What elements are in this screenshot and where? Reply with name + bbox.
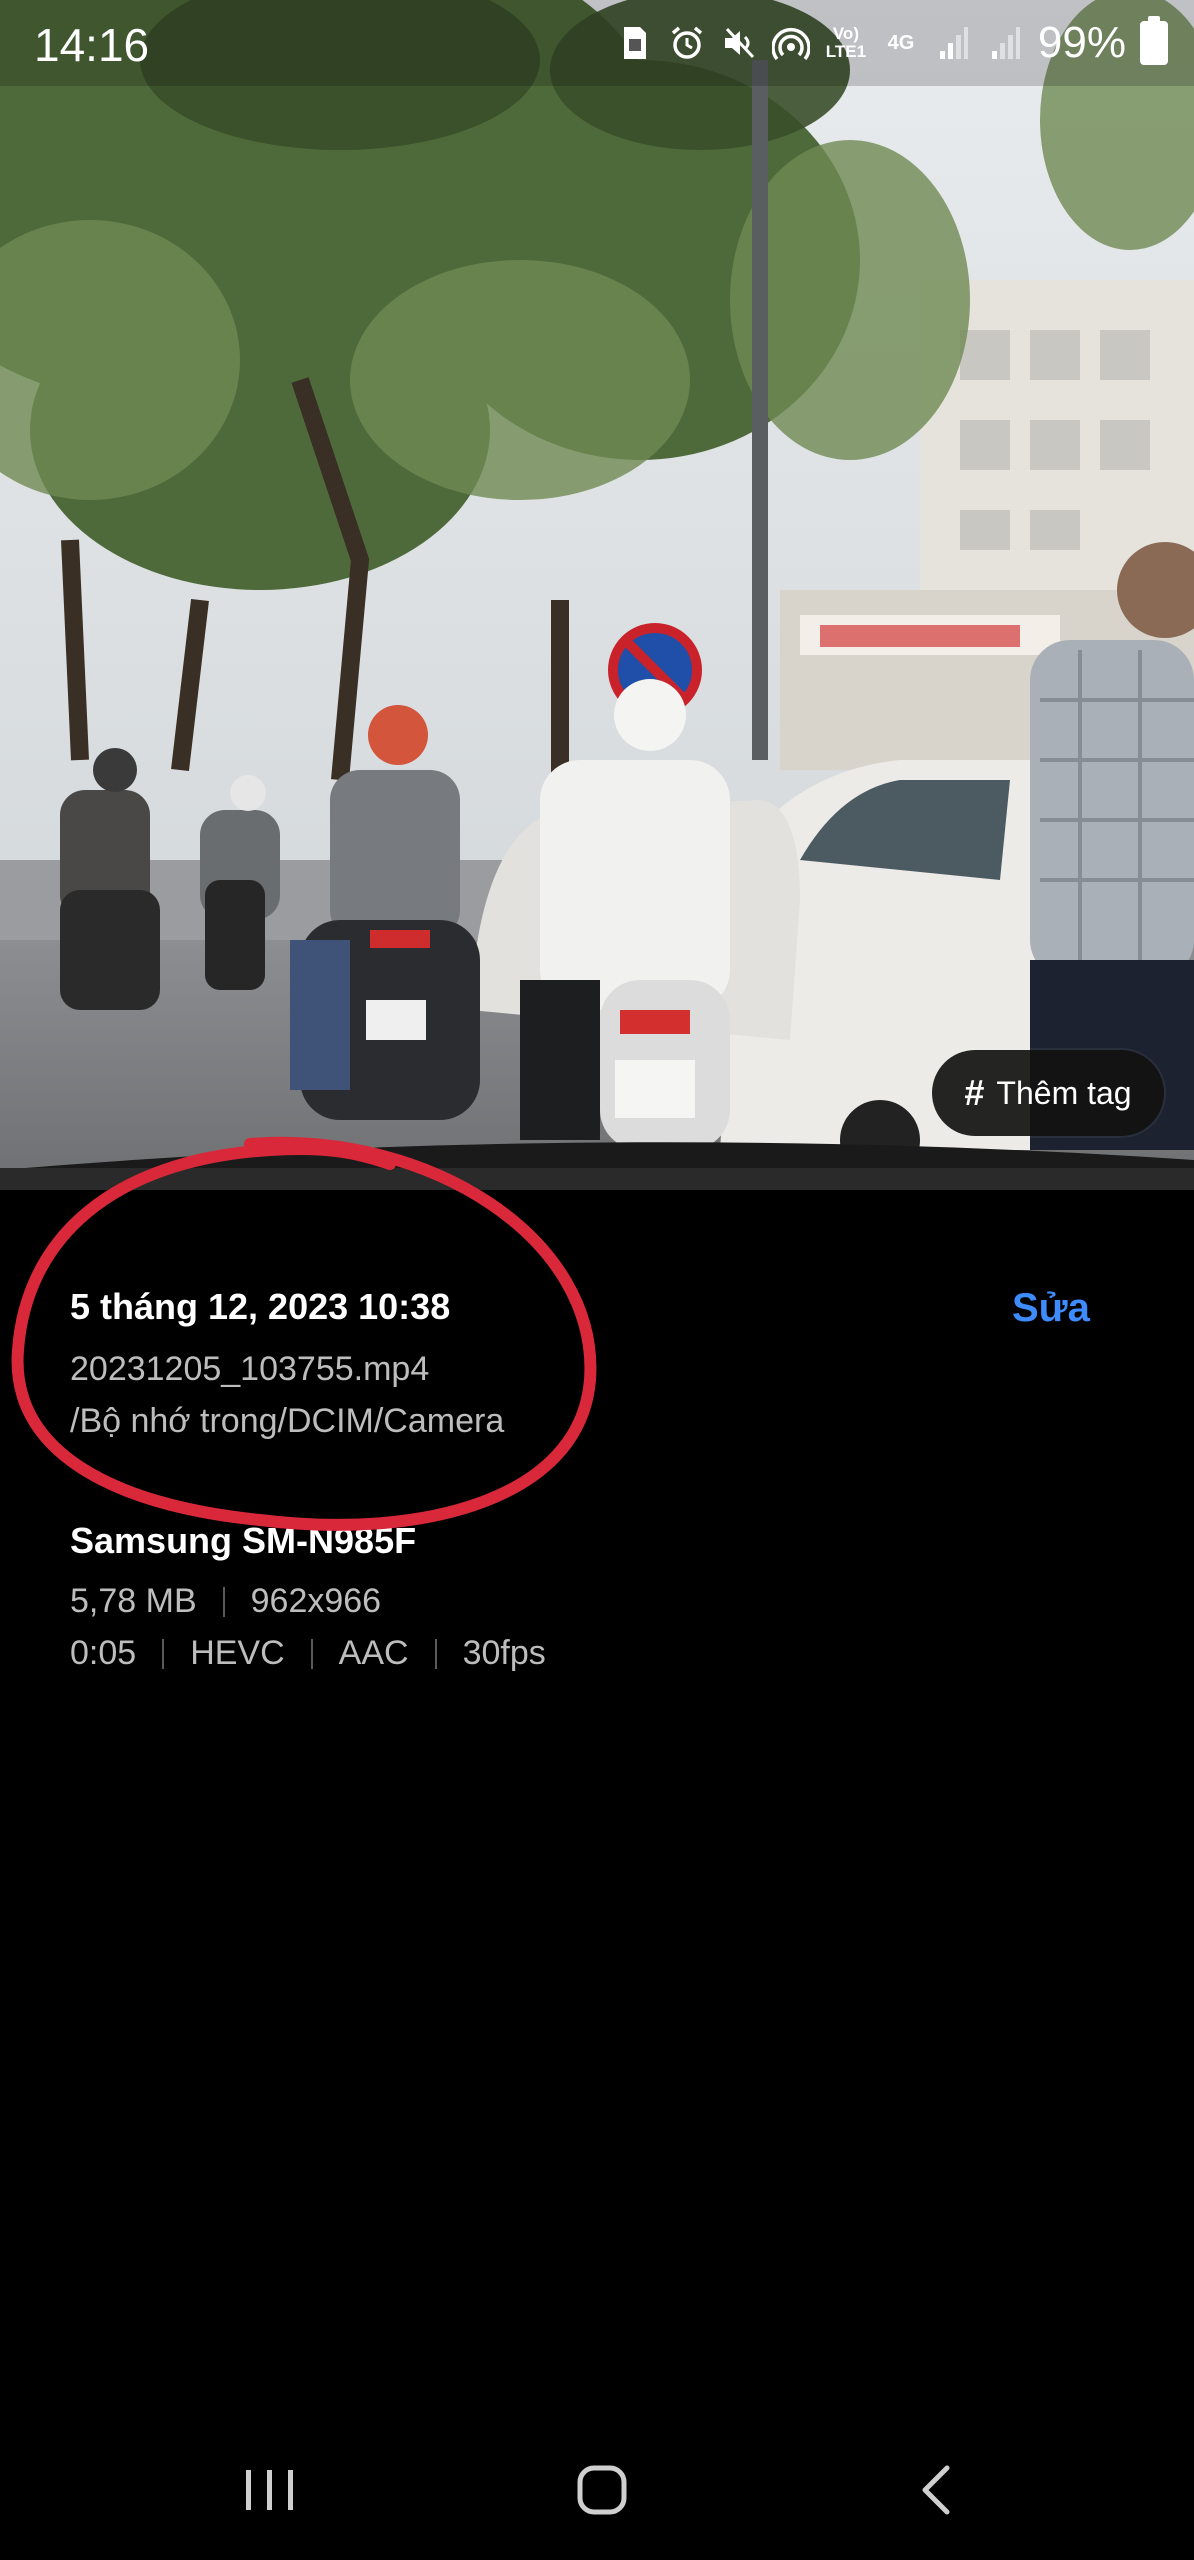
divider bbox=[434, 1638, 437, 1669]
edit-button[interactable]: Sửa bbox=[1012, 1286, 1090, 1331]
file-path: /Bộ nhớ trong/DCIM/Camera bbox=[70, 1402, 505, 1440]
volte-icon: Vo) LTE1 bbox=[825, 24, 867, 61]
status-time: 14:16 bbox=[34, 19, 150, 71]
divider bbox=[162, 1638, 165, 1669]
frame-rate: 30fps bbox=[462, 1634, 546, 1672]
audio-codec: AAC bbox=[338, 1634, 409, 1672]
photo-preview[interactable]: # Thêm tag bbox=[0, 0, 1194, 1190]
signal-2-icon bbox=[986, 24, 1024, 62]
add-tag-button[interactable]: # Thêm tag bbox=[932, 1050, 1164, 1136]
duration: 0:05 bbox=[70, 1634, 137, 1672]
hash-icon: # bbox=[964, 1072, 985, 1113]
home-icon bbox=[577, 2465, 627, 2515]
navigation-bar bbox=[0, 2420, 1194, 2560]
file-name: 20231205_103755.mp4 bbox=[70, 1350, 430, 1388]
street-scene-image bbox=[0, 0, 1194, 1190]
back-button[interactable] bbox=[876, 2450, 996, 2530]
recents-button[interactable] bbox=[210, 2450, 330, 2530]
file-meta-row: 5,78 MB 962x966 bbox=[70, 1582, 381, 1621]
signal-1-icon bbox=[934, 24, 972, 62]
4g-data-icon: 4G bbox=[887, 32, 915, 54]
back-icon bbox=[922, 2465, 950, 2515]
mute-icon bbox=[720, 24, 758, 62]
video-codec: HEVC bbox=[190, 1634, 285, 1672]
sim-icon bbox=[616, 24, 654, 62]
status-bar: 14:16 Vo) LTE1 4G 99% bbox=[0, 0, 1194, 86]
add-tag-label: Thêm tag bbox=[996, 1074, 1132, 1111]
status-icons: Vo) LTE1 4G 99% bbox=[616, 14, 1168, 72]
alarm-icon bbox=[668, 24, 706, 62]
file-size: 5,78 MB bbox=[70, 1582, 197, 1620]
battery-percent: 99% bbox=[1037, 18, 1126, 67]
device-model: Samsung SM-N985F bbox=[70, 1520, 417, 1561]
resolution: 962x966 bbox=[250, 1582, 382, 1620]
divider bbox=[222, 1586, 225, 1617]
hotspot-icon bbox=[771, 24, 810, 62]
divider bbox=[310, 1638, 313, 1669]
battery-icon bbox=[1140, 16, 1168, 65]
recents-icon bbox=[246, 2470, 293, 2510]
home-button[interactable] bbox=[542, 2450, 662, 2530]
capture-date: 5 tháng 12, 2023 10:38 bbox=[70, 1286, 451, 1327]
video-meta-row: 0:05 HEVC AAC 30fps bbox=[70, 1634, 546, 1673]
